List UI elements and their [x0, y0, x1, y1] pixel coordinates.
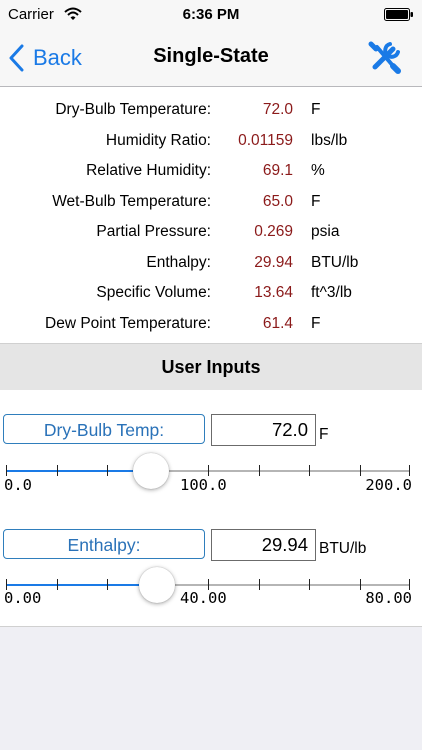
slider-tick: [56, 465, 58, 476]
enthalpy-field[interactable]: [211, 529, 316, 561]
result-unit: F: [311, 192, 321, 210]
result-humidity-ratio: Humidity Ratio: 0.01159 lbs/lb: [0, 128, 422, 156]
result-dew-point-temperature: Dew Point Temperature: 61.4 F: [0, 311, 422, 339]
result-relative-humidity: Relative Humidity: 69.1 %: [0, 158, 422, 186]
result-unit: psia: [311, 223, 340, 240]
result-value: 0.01159: [238, 131, 293, 149]
enthalpy-scale-min: 0.00: [4, 589, 42, 607]
result-label: Dry-Bulb Temperature:: [55, 101, 211, 118]
result-value: 69.1: [262, 162, 293, 179]
dry-bulb-scale-mid: 100.0: [180, 476, 227, 494]
result-unit: F: [311, 314, 321, 332]
result-unit: F: [311, 101, 321, 118]
result-label: Wet-Bulb Temperature:: [52, 192, 211, 210]
result-wet-bulb-temperature: Wet-Bulb Temperature: 65.0 F: [0, 189, 422, 217]
enthalpy-scale-max: 80.00: [365, 589, 412, 607]
slider-tick: [359, 465, 361, 476]
dry-bulb-temp-button[interactable]: Dry-Bulb Temp:: [3, 414, 205, 444]
dry-bulb-temp-unit: F: [319, 426, 329, 443]
result-unit: lbs/lb: [311, 131, 348, 149]
slider-tick: [359, 579, 361, 590]
dry-bulb-temp-field[interactable]: [211, 414, 316, 446]
result-label: Dew Point Temperature:: [45, 314, 211, 332]
result-value: 29.94: [254, 253, 293, 271]
slider-thumb[interactable]: [133, 453, 170, 489]
result-label: Specific Volume:: [96, 284, 211, 301]
slider-tick: [258, 579, 260, 590]
slider-tick: [309, 579, 310, 590]
enthalpy-scale-mid: 40.00: [180, 589, 227, 607]
status-bar: Carrier 6:36 PM: [0, 0, 422, 30]
slider-tick: [107, 579, 108, 590]
result-unit: BTU/lb: [311, 253, 359, 271]
enthalpy-button[interactable]: Enthalpy:: [3, 529, 205, 559]
navigation-bar: Back Single-State: [0, 30, 422, 87]
result-value: 72.0: [262, 101, 293, 118]
user-inputs-panel: Dry-Bulb Temp: F 0.0 100.0 200.0 Enthalp…: [0, 390, 422, 627]
slider-fill: [6, 470, 152, 472]
result-partial-pressure: Partial Pressure: 0.269 psia: [0, 219, 422, 247]
slider-tick: [107, 465, 108, 476]
slider-fill: [6, 584, 158, 586]
slider-tick: [56, 579, 58, 590]
slider-tick: [258, 465, 260, 476]
slider-tick: [6, 465, 7, 476]
wrench-screwdriver-icon[interactable]: [368, 40, 402, 74]
slider-tick: [309, 465, 310, 476]
result-unit: ft^3/lb: [311, 284, 352, 301]
battery-icon: [384, 8, 413, 21]
slider-tick: [208, 465, 209, 476]
result-value: 13.64: [254, 284, 293, 301]
user-inputs-header: User Inputs: [0, 343, 422, 391]
page-title: Single-State: [153, 45, 269, 67]
status-time: 6:36 PM: [182, 6, 240, 23]
result-label: Humidity Ratio:: [105, 131, 211, 149]
result-value: 61.4: [262, 314, 293, 332]
dry-bulb-scale-min: 0.0: [4, 476, 32, 494]
result-value: 0.269: [254, 223, 293, 240]
section-title: User Inputs: [161, 357, 261, 377]
result-dry-bulb-temperature: Dry-Bulb Temperature: 72.0 F: [0, 97, 422, 125]
result-label: Relative Humidity:: [86, 162, 211, 179]
result-value: 65.0: [262, 192, 293, 210]
result-unit: %: [311, 162, 325, 179]
slider-thumb[interactable]: [139, 567, 176, 603]
result-label: Partial Pressure:: [96, 223, 211, 240]
dry-bulb-scale-max: 200.0: [365, 476, 412, 494]
result-label: Enthalpy:: [146, 253, 211, 271]
results-panel: Dry-Bulb Temperature: 72.0 F Humidity Ra…: [0, 87, 422, 343]
slider-tick: [409, 465, 410, 476]
enthalpy-unit: BTU/lb: [319, 540, 367, 557]
result-specific-volume: Specific Volume: 13.64 ft^3/lb: [0, 280, 422, 308]
result-enthalpy: Enthalpy: 29.94 BTU/lb: [0, 250, 422, 278]
